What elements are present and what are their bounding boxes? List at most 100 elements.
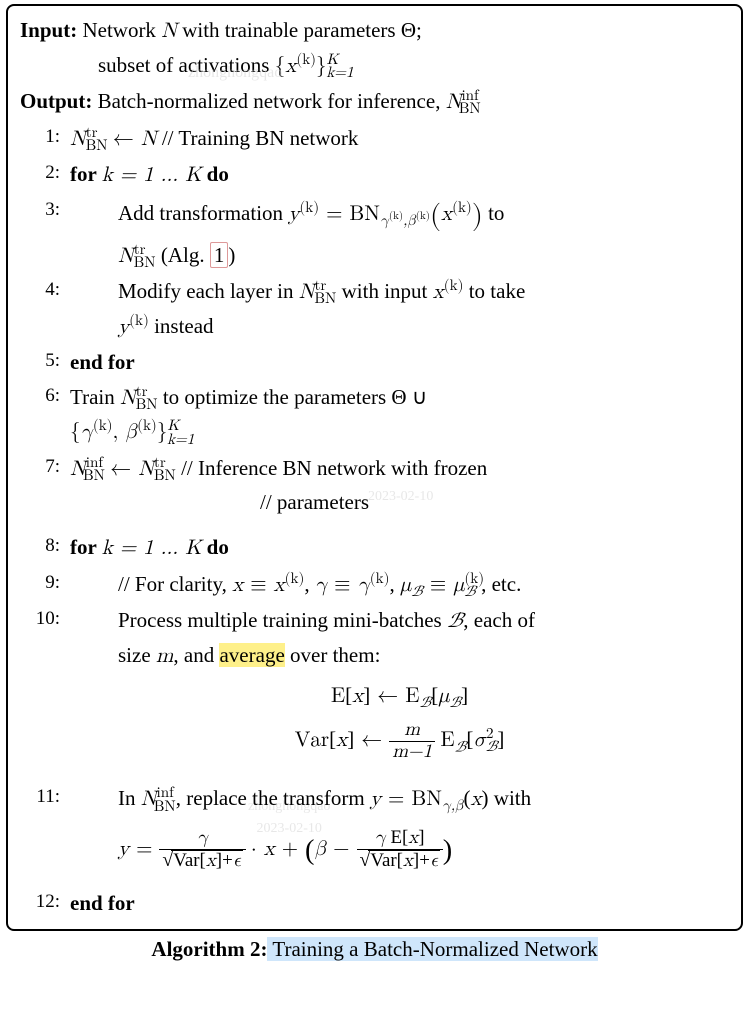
- brace: {: [70, 422, 81, 443]
- brace: }: [316, 56, 327, 77]
- dot: ·: [251, 839, 264, 860]
- math-x: x: [264, 839, 275, 860]
- step-2: for k = 1 … K do: [20, 158, 729, 193]
- math-N: N: [141, 129, 157, 150]
- math-g: γ: [81, 422, 93, 443]
- math-y: y: [370, 789, 381, 810]
- equiv: ≡: [327, 575, 357, 596]
- math-y: y: [118, 839, 129, 860]
- step-1: NtrBN ← N // Training BN network: [20, 122, 729, 157]
- sub: BN: [136, 397, 158, 412]
- arrow: ←: [354, 730, 389, 751]
- text: , etc.: [476, 572, 521, 596]
- text: with input: [336, 279, 432, 303]
- text: Modify each layer in: [118, 279, 299, 303]
- step-10: Process multiple training mini-batches ℬ…: [20, 604, 729, 780]
- brace: }: [157, 422, 168, 443]
- sub: BN: [154, 468, 176, 483]
- sub: k=1: [167, 432, 194, 447]
- arrow: ←: [110, 459, 138, 480]
- for-kw: for: [70, 162, 102, 186]
- sup: (k): [285, 571, 305, 586]
- watermark: zhonghongqao: [188, 61, 282, 86]
- step-7: NinfBN ← NtrBN // Inference BN network w…: [20, 452, 729, 529]
- math-g: γ: [357, 575, 369, 596]
- text: Add transformation: [118, 200, 288, 224]
- equiv: ≡: [423, 575, 453, 596]
- text: , replace the transform: [176, 786, 370, 810]
- step-8: for k = 1 … K do: [20, 531, 729, 566]
- sub: BN: [86, 138, 108, 153]
- step-5: end for: [20, 346, 729, 379]
- plus: +: [275, 839, 305, 860]
- output-block: Output: Batch-normalized network for inf…: [20, 85, 729, 120]
- text: Batch-normalized network for inference,: [98, 89, 446, 113]
- step-4: Modify each layer in NtrBN with input x(…: [20, 275, 729, 344]
- BN: BN: [349, 203, 380, 224]
- arrow: ←: [370, 686, 405, 707]
- fraction: γ E[x] √Var[x]+ϵ: [357, 828, 443, 872]
- sub: γ(k),β(k): [380, 213, 430, 228]
- math-x: x: [433, 282, 444, 303]
- text: , and: [173, 643, 219, 667]
- arrow: ←: [113, 129, 141, 150]
- text: Train: [70, 385, 120, 409]
- text: over them:: [285, 643, 381, 667]
- text: to take: [463, 279, 525, 303]
- comma: ,: [113, 422, 126, 443]
- paren: ): [472, 202, 483, 230]
- sub: BN: [83, 468, 105, 483]
- Var: Var: [295, 730, 329, 751]
- step-12: end for: [20, 887, 729, 920]
- math-m: m: [156, 646, 174, 667]
- eq: =: [319, 203, 349, 224]
- comment: // parameters: [260, 490, 369, 514]
- BN: BN: [411, 789, 442, 810]
- input-label: Input:: [20, 18, 77, 42]
- text: , each of: [463, 608, 535, 632]
- math-mu: μ: [453, 575, 464, 596]
- text: In: [118, 786, 141, 810]
- sup: (k): [129, 313, 149, 328]
- input-block: Input: Network N with trainable paramete…: [20, 14, 729, 83]
- math-y: y: [288, 203, 299, 224]
- text: (Alg.: [156, 243, 210, 267]
- alg-ref[interactable]: 1: [210, 242, 229, 268]
- sub: BN: [134, 255, 156, 270]
- algorithm-caption: Algorithm 2: Training a Batch-Normalized…: [0, 937, 749, 962]
- caption-label: Algorithm 2:: [151, 937, 267, 961]
- step-6: Train NtrBN to optimize the parameters Θ…: [20, 381, 729, 450]
- do-kw: do: [201, 162, 228, 186]
- sub: k=1: [326, 65, 353, 80]
- text: ): [228, 243, 235, 267]
- equation-mean: E[x] ← Eℬ[μℬ]: [70, 679, 729, 714]
- sub: BN: [459, 101, 481, 116]
- comment: // Training BN network: [162, 126, 359, 150]
- math-mu: μ: [400, 575, 411, 596]
- math-B: ℬ: [447, 611, 463, 632]
- endfor-kw: end for: [70, 350, 135, 374]
- sup: (k): [296, 52, 316, 67]
- sub: BN: [314, 291, 336, 306]
- sup: (k): [452, 199, 472, 214]
- E: E: [440, 730, 454, 751]
- math-g: γ: [315, 575, 327, 596]
- do-kw: do: [201, 535, 228, 559]
- E: E: [331, 686, 345, 707]
- algorithm-steps: NtrBN ← N // Training BN network for k =…: [20, 122, 729, 920]
- text: Process multiple training mini-batches: [118, 608, 447, 632]
- sup: (k): [137, 418, 157, 433]
- text: size: [118, 643, 156, 667]
- text: Network: [82, 18, 161, 42]
- math-N: N: [70, 129, 86, 150]
- math-N: N: [161, 21, 177, 42]
- text: to optimize the parameters Θ ∪: [158, 385, 428, 409]
- math-N: N: [299, 282, 315, 303]
- endfor-kw: end for: [70, 891, 135, 915]
- output-label: Output:: [20, 89, 92, 113]
- sup: (k): [299, 199, 319, 214]
- eq: =: [381, 789, 411, 810]
- fraction: mm−1: [389, 720, 435, 763]
- sub: ℬ: [411, 584, 423, 599]
- sup: (k): [93, 418, 113, 433]
